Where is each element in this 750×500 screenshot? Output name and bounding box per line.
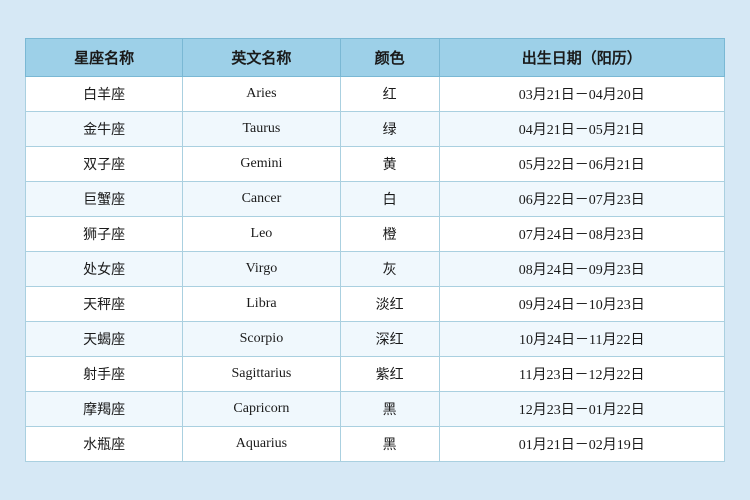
cell-english-name: Aries bbox=[183, 77, 340, 112]
header-english-name: 英文名称 bbox=[183, 39, 340, 77]
table-row: 处女座Virgo灰08月24日－09月23日 bbox=[26, 252, 725, 287]
cell-color: 深红 bbox=[340, 322, 439, 357]
cell-english-name: Libra bbox=[183, 287, 340, 322]
cell-color: 红 bbox=[340, 77, 439, 112]
cell-english-name: Leo bbox=[183, 217, 340, 252]
cell-color: 橙 bbox=[340, 217, 439, 252]
cell-dates: 05月22日－06月21日 bbox=[439, 147, 724, 182]
cell-chinese-name: 天蝎座 bbox=[26, 322, 183, 357]
cell-dates: 10月24日－11月22日 bbox=[439, 322, 724, 357]
cell-chinese-name: 双子座 bbox=[26, 147, 183, 182]
table-row: 狮子座Leo橙07月24日－08月23日 bbox=[26, 217, 725, 252]
zodiac-table: 星座名称 英文名称 颜色 出生日期（阳历） 白羊座Aries红03月21日－04… bbox=[25, 38, 725, 462]
cell-dates: 03月21日－04月20日 bbox=[439, 77, 724, 112]
table-row: 天秤座Libra淡红09月24日－10月23日 bbox=[26, 287, 725, 322]
cell-color: 白 bbox=[340, 182, 439, 217]
header-color: 颜色 bbox=[340, 39, 439, 77]
cell-english-name: Gemini bbox=[183, 147, 340, 182]
cell-chinese-name: 金牛座 bbox=[26, 112, 183, 147]
table-row: 天蝎座Scorpio深红10月24日－11月22日 bbox=[26, 322, 725, 357]
cell-dates: 08月24日－09月23日 bbox=[439, 252, 724, 287]
cell-chinese-name: 巨蟹座 bbox=[26, 182, 183, 217]
cell-chinese-name: 水瓶座 bbox=[26, 427, 183, 462]
cell-chinese-name: 天秤座 bbox=[26, 287, 183, 322]
cell-chinese-name: 摩羯座 bbox=[26, 392, 183, 427]
cell-chinese-name: 白羊座 bbox=[26, 77, 183, 112]
cell-english-name: Aquarius bbox=[183, 427, 340, 462]
cell-color: 绿 bbox=[340, 112, 439, 147]
cell-color: 黄 bbox=[340, 147, 439, 182]
cell-english-name: Scorpio bbox=[183, 322, 340, 357]
cell-dates: 07月24日－08月23日 bbox=[439, 217, 724, 252]
cell-dates: 06月22日－07月23日 bbox=[439, 182, 724, 217]
cell-dates: 11月23日－12月22日 bbox=[439, 357, 724, 392]
cell-chinese-name: 处女座 bbox=[26, 252, 183, 287]
cell-dates: 09月24日－10月23日 bbox=[439, 287, 724, 322]
cell-dates: 01月21日－02月19日 bbox=[439, 427, 724, 462]
table-row: 白羊座Aries红03月21日－04月20日 bbox=[26, 77, 725, 112]
cell-chinese-name: 射手座 bbox=[26, 357, 183, 392]
table-row: 摩羯座Capricorn黑12月23日－01月22日 bbox=[26, 392, 725, 427]
table-row: 射手座Sagittarius紫红11月23日－12月22日 bbox=[26, 357, 725, 392]
cell-color: 灰 bbox=[340, 252, 439, 287]
cell-english-name: Virgo bbox=[183, 252, 340, 287]
header-dates: 出生日期（阳历） bbox=[439, 39, 724, 77]
table-row: 巨蟹座Cancer白06月22日－07月23日 bbox=[26, 182, 725, 217]
table-row: 金牛座Taurus绿04月21日－05月21日 bbox=[26, 112, 725, 147]
cell-color: 黑 bbox=[340, 427, 439, 462]
cell-english-name: Sagittarius bbox=[183, 357, 340, 392]
table-body: 白羊座Aries红03月21日－04月20日金牛座Taurus绿04月21日－0… bbox=[26, 77, 725, 462]
cell-color: 黑 bbox=[340, 392, 439, 427]
cell-dates: 04月21日－05月21日 bbox=[439, 112, 724, 147]
cell-chinese-name: 狮子座 bbox=[26, 217, 183, 252]
cell-dates: 12月23日－01月22日 bbox=[439, 392, 724, 427]
table-header-row: 星座名称 英文名称 颜色 出生日期（阳历） bbox=[26, 39, 725, 77]
cell-english-name: Cancer bbox=[183, 182, 340, 217]
cell-english-name: Taurus bbox=[183, 112, 340, 147]
cell-color: 淡红 bbox=[340, 287, 439, 322]
cell-english-name: Capricorn bbox=[183, 392, 340, 427]
main-container: 星座名称 英文名称 颜色 出生日期（阳历） 白羊座Aries红03月21日－04… bbox=[15, 28, 735, 472]
table-row: 双子座Gemini黄05月22日－06月21日 bbox=[26, 147, 725, 182]
table-row: 水瓶座Aquarius黑01月21日－02月19日 bbox=[26, 427, 725, 462]
cell-color: 紫红 bbox=[340, 357, 439, 392]
header-chinese-name: 星座名称 bbox=[26, 39, 183, 77]
